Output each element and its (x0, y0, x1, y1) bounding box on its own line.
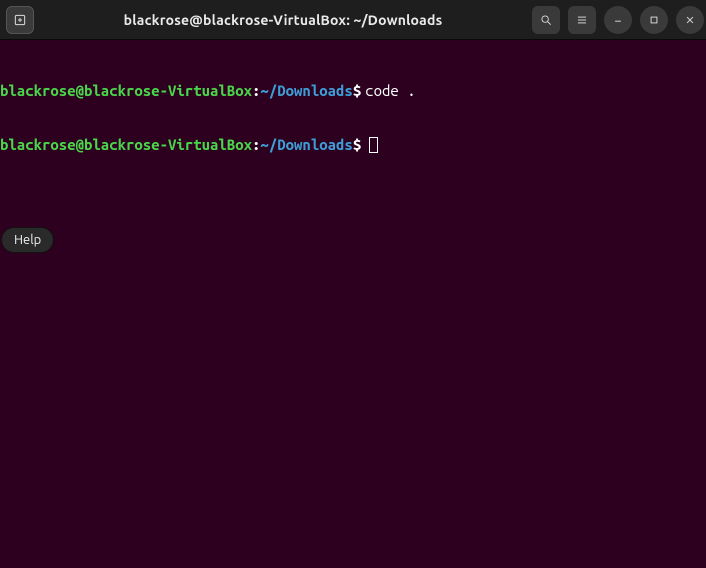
cursor (369, 137, 378, 153)
prompt-user-host: blackrose@blackrose-VirtualBox (0, 82, 252, 100)
minimize-button[interactable] (604, 6, 632, 34)
prompt-cwd: ~/Downloads (260, 82, 352, 100)
help-tooltip: Help (1, 227, 54, 253)
prompt-symbol: $ (353, 82, 361, 100)
maximize-button[interactable] (640, 6, 668, 34)
window-title: blackrose@blackrose-VirtualBox: ~/Downlo… (34, 12, 532, 28)
titlebar-controls (532, 6, 700, 34)
maximize-icon (647, 13, 661, 27)
search-icon (539, 13, 553, 27)
close-icon (683, 13, 697, 27)
prompt-separator: : (252, 136, 260, 154)
terminal-line: blackrose@blackrose-VirtualBox:~/Downloa… (0, 136, 706, 154)
search-button[interactable] (532, 6, 560, 34)
title-bar: blackrose@blackrose-VirtualBox: ~/Downlo… (0, 0, 706, 40)
prompt-user-host: blackrose@blackrose-VirtualBox (0, 136, 252, 154)
prompt-cwd: ~/Downloads (260, 136, 352, 154)
close-button[interactable] (676, 6, 704, 34)
new-tab-button[interactable] (6, 6, 34, 34)
prompt-symbol: $ (353, 136, 361, 154)
new-tab-icon (12, 12, 28, 28)
hamburger-icon (575, 13, 589, 27)
terminal-body[interactable]: blackrose@blackrose-VirtualBox:~/Downloa… (0, 40, 706, 172)
terminal-line: blackrose@blackrose-VirtualBox:~/Downloa… (0, 82, 706, 100)
prompt-separator: : (252, 82, 260, 100)
minimize-icon (611, 13, 625, 27)
menu-button[interactable] (568, 6, 596, 34)
command-text: code . (365, 82, 415, 100)
